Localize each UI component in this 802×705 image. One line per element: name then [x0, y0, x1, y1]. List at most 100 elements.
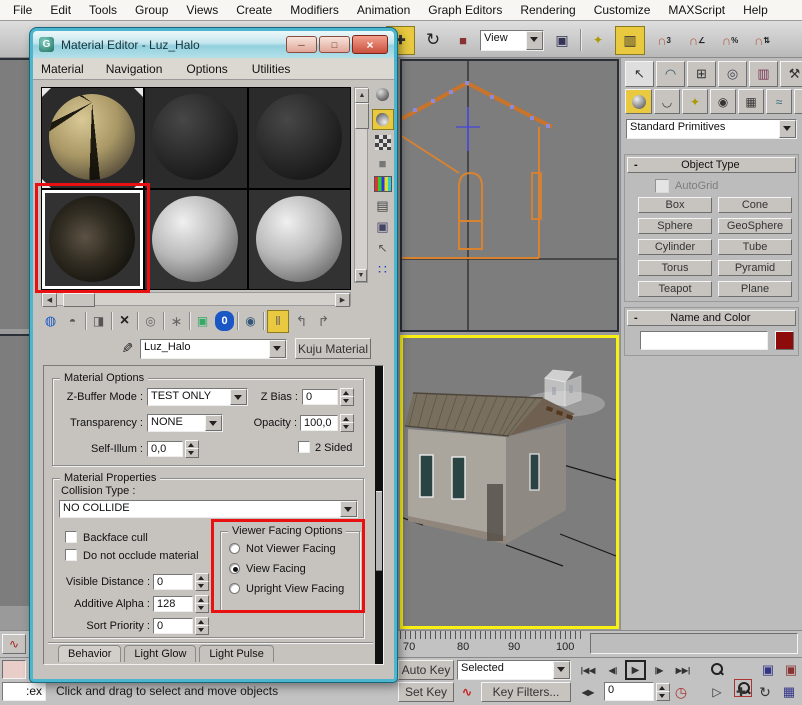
- field-of-view-button[interactable]: ▷: [708, 683, 726, 701]
- zoom-extents-all-button[interactable]: ▣: [782, 661, 800, 679]
- select-by-material-button[interactable]: ↖: [373, 240, 393, 255]
- menu-maxscript[interactable]: MAXScript: [659, 3, 734, 17]
- sample-slot-5[interactable]: [145, 190, 246, 290]
- scroll-up-button[interactable]: ▲: [355, 88, 369, 103]
- menu-animation[interactable]: Animation: [348, 3, 419, 17]
- dialog-title-bar[interactable]: G Material Editor - Luz_Halo ─ □ ×: [33, 31, 394, 58]
- selection-set-dropdown[interactable]: Selected: [457, 660, 571, 680]
- tab-create[interactable]: ↖: [625, 61, 654, 87]
- spinner-down-icon[interactable]: [195, 581, 209, 591]
- timeline-ruler[interactable]: 70 80 90 100: [395, 631, 585, 657]
- options-button[interactable]: ▣: [373, 219, 393, 235]
- tab-behavior[interactable]: Behavior: [58, 645, 121, 662]
- maximize-button[interactable]: □: [319, 36, 350, 53]
- transparency-dropdown[interactable]: NONE: [147, 414, 223, 432]
- reset-map-button[interactable]: ×: [115, 311, 134, 331]
- tab-modify[interactable]: ◠: [656, 61, 685, 87]
- menu-customize[interactable]: Customize: [585, 3, 660, 17]
- spinner-snap-button[interactable]: ∩⇅: [749, 27, 775, 53]
- scroll-thumb[interactable]: [63, 293, 95, 307]
- use-pivot-center-button[interactable]: ▣: [549, 27, 575, 53]
- close-button[interactable]: ×: [352, 35, 388, 54]
- menu-graph-editors[interactable]: Graph Editors: [419, 3, 511, 17]
- dropdown-arrow-icon[interactable]: [205, 415, 222, 431]
- button-cone[interactable]: Cone: [718, 197, 792, 213]
- open-mini-curve-editor-button[interactable]: ∿: [2, 634, 26, 654]
- assign-material-button[interactable]: ◨: [89, 311, 108, 331]
- put-to-library-button[interactable]: ▣: [193, 311, 212, 331]
- category-helpers-button[interactable]: ▦: [738, 89, 764, 114]
- rollout-scrollbar-thumb[interactable]: [376, 491, 382, 571]
- viewport-bottom-left-sliver[interactable]: [0, 334, 30, 606]
- spinner-down-icon[interactable]: [656, 691, 670, 701]
- collision-type-dropdown[interactable]: NO COLLIDE: [59, 500, 358, 518]
- mini-listener-text[interactable]: :ex: [2, 682, 46, 701]
- me-menu-material[interactable]: Material: [41, 62, 94, 76]
- sample-type-button[interactable]: [373, 85, 393, 104]
- go-forward-sibling-button[interactable]: ↱: [314, 311, 333, 331]
- dropdown-arrow-icon[interactable]: [526, 31, 543, 50]
- dropdown-arrow-icon[interactable]: [230, 389, 247, 405]
- spinner-down-icon[interactable]: [340, 422, 354, 432]
- menu-modifiers[interactable]: Modifiers: [281, 3, 348, 17]
- video-color-check-button[interactable]: [374, 176, 392, 192]
- zoom-extents-button[interactable]: ▣: [759, 661, 777, 679]
- set-key-curve-icon[interactable]: ∿: [458, 682, 476, 702]
- sample-slot-2[interactable]: [145, 88, 246, 188]
- viewport-top-left-sliver[interactable]: [0, 58, 30, 329]
- select-manipulate-button[interactable]: ✦: [586, 27, 610, 53]
- self-illum-spinner[interactable]: [185, 440, 197, 457]
- scroll-right-button[interactable]: ▶: [335, 293, 350, 307]
- tab-utilities[interactable]: ⚒: [780, 61, 802, 87]
- scroll-left-button[interactable]: ◀: [42, 293, 57, 307]
- category-shapes-button[interactable]: ◡: [654, 89, 680, 114]
- dropdown-arrow-icon[interactable]: [269, 340, 286, 358]
- get-material-button[interactable]: ◍: [41, 311, 60, 331]
- put-material-to-scene-button[interactable]: ◓: [63, 311, 82, 331]
- me-menu-utilities[interactable]: Utilities: [240, 62, 303, 76]
- spinner-down-icon[interactable]: [185, 448, 199, 458]
- button-torus[interactable]: Torus: [638, 260, 712, 276]
- zoom-button[interactable]: [708, 661, 726, 679]
- object-name-input[interactable]: [640, 331, 768, 350]
- material-id-channel-button[interactable]: 0: [215, 311, 234, 331]
- additive-alpha-field[interactable]: 128: [153, 596, 193, 612]
- tab-light-pulse[interactable]: Light Pulse: [199, 645, 273, 662]
- sample-slot-3[interactable]: [249, 88, 350, 188]
- opacity-field[interactable]: 100,0: [300, 415, 338, 431]
- show-map-in-viewport-button[interactable]: ◉: [241, 311, 260, 331]
- go-to-parent-button[interactable]: ↰: [292, 311, 311, 331]
- dropdown-arrow-icon[interactable]: [340, 501, 357, 517]
- primitive-category-dropdown[interactable]: Standard Primitives: [626, 119, 797, 139]
- menu-group[interactable]: Group: [126, 3, 177, 17]
- background-button[interactable]: [375, 135, 391, 150]
- angle-snap-button[interactable]: ∩∠: [683, 27, 711, 53]
- autogrid-checkbox[interactable]: [655, 179, 669, 193]
- keyboard-override-button[interactable]: ▥: [615, 26, 645, 55]
- button-teapot[interactable]: Teapot: [638, 281, 712, 297]
- category-lights-button[interactable]: ✦: [682, 89, 708, 114]
- opacity-spinner[interactable]: [340, 414, 352, 431]
- key-mode-toggle-button[interactable]: ◀▶: [578, 683, 598, 701]
- tab-motion[interactable]: ◎: [718, 61, 747, 87]
- spinner-down-icon[interactable]: [340, 396, 354, 406]
- viewport-front[interactable]: [400, 59, 619, 332]
- me-menu-navigation[interactable]: Navigation: [94, 62, 175, 76]
- zbias-field[interactable]: 0: [302, 389, 338, 405]
- make-material-copy-button[interactable]: ◎: [141, 311, 160, 331]
- minimize-button[interactable]: ─: [286, 36, 317, 53]
- menu-tools[interactable]: Tools: [80, 3, 126, 17]
- dropdown-arrow-icon[interactable]: [779, 120, 796, 138]
- scroll-down-button[interactable]: ▼: [355, 269, 367, 282]
- frame-spinner[interactable]: [656, 683, 668, 700]
- material-map-navigator-button[interactable]: ∷: [373, 260, 393, 278]
- viewport-perspective-active[interactable]: [400, 335, 619, 629]
- key-filters-button[interactable]: Key Filters...: [481, 682, 571, 702]
- time-configuration-button[interactable]: ◷: [672, 682, 690, 702]
- show-end-result-button[interactable]: ‖: [267, 310, 289, 333]
- current-frame-field[interactable]: 0: [604, 682, 654, 701]
- category-cameras-button[interactable]: ◉: [710, 89, 736, 114]
- self-illum-field[interactable]: 0,0: [147, 441, 183, 457]
- auto-key-button[interactable]: Auto Key: [398, 660, 454, 680]
- sample-vertical-scrollbar[interactable]: ▲ ▼: [354, 87, 368, 283]
